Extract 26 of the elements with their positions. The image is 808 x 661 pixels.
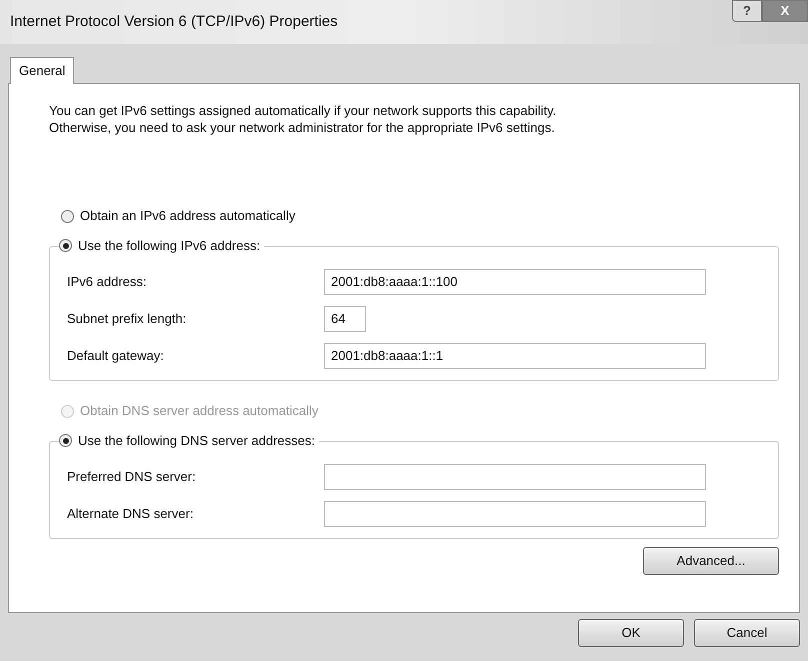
dialog-button[interactable]: OK — [578, 619, 684, 647]
description-text: Otherwise, you need to ask your network administrator for the appropriate IPv6 settings. — [49, 119, 556, 136]
help-button[interactable]: ? — [732, 0, 762, 22]
radio-label: Use the following DNS server addresses: — [78, 432, 315, 450]
input-field[interactable]: 2001:db8:aaaa:1::100 — [324, 268, 706, 294]
dialog-button[interactable]: Cancel — [694, 619, 800, 647]
field-label: Subnet prefix length: — [67, 310, 188, 328]
input-field[interactable] — [324, 464, 706, 490]
radio-label: Use the following IPv6 address: — [78, 237, 260, 255]
input-field[interactable]: 64 — [324, 306, 366, 332]
input-field[interactable] — [324, 500, 706, 526]
radio-button[interactable] — [59, 239, 72, 252]
field-label: IPv6 address: — [67, 272, 148, 291]
field-label: Alternate DNS server: — [67, 504, 194, 523]
advanced-button[interactable]: Advanced... — [643, 547, 779, 575]
field-label: Preferred DNS server: — [67, 468, 197, 486]
window-title: Internet Protocol Version 6 (TCP/IPv6) Properties — [10, 12, 338, 32]
field-label: Default gateway: — [67, 346, 165, 365]
description-text: You can get IPv6 settings assigned automatically if your network supports this capability. — [49, 102, 558, 119]
radio-label: Obtain DNS server address automatically — [80, 402, 318, 420]
radio-button[interactable] — [61, 210, 74, 222]
close-button[interactable]: X — [762, 0, 808, 22]
input-field[interactable]: 2001:db8:aaaa:1::1 — [324, 342, 706, 368]
tab[interactable]: General — [10, 57, 74, 84]
radio-label: Obtain an IPv6 address automatically — [80, 207, 296, 226]
radio-button[interactable] — [59, 434, 72, 448]
